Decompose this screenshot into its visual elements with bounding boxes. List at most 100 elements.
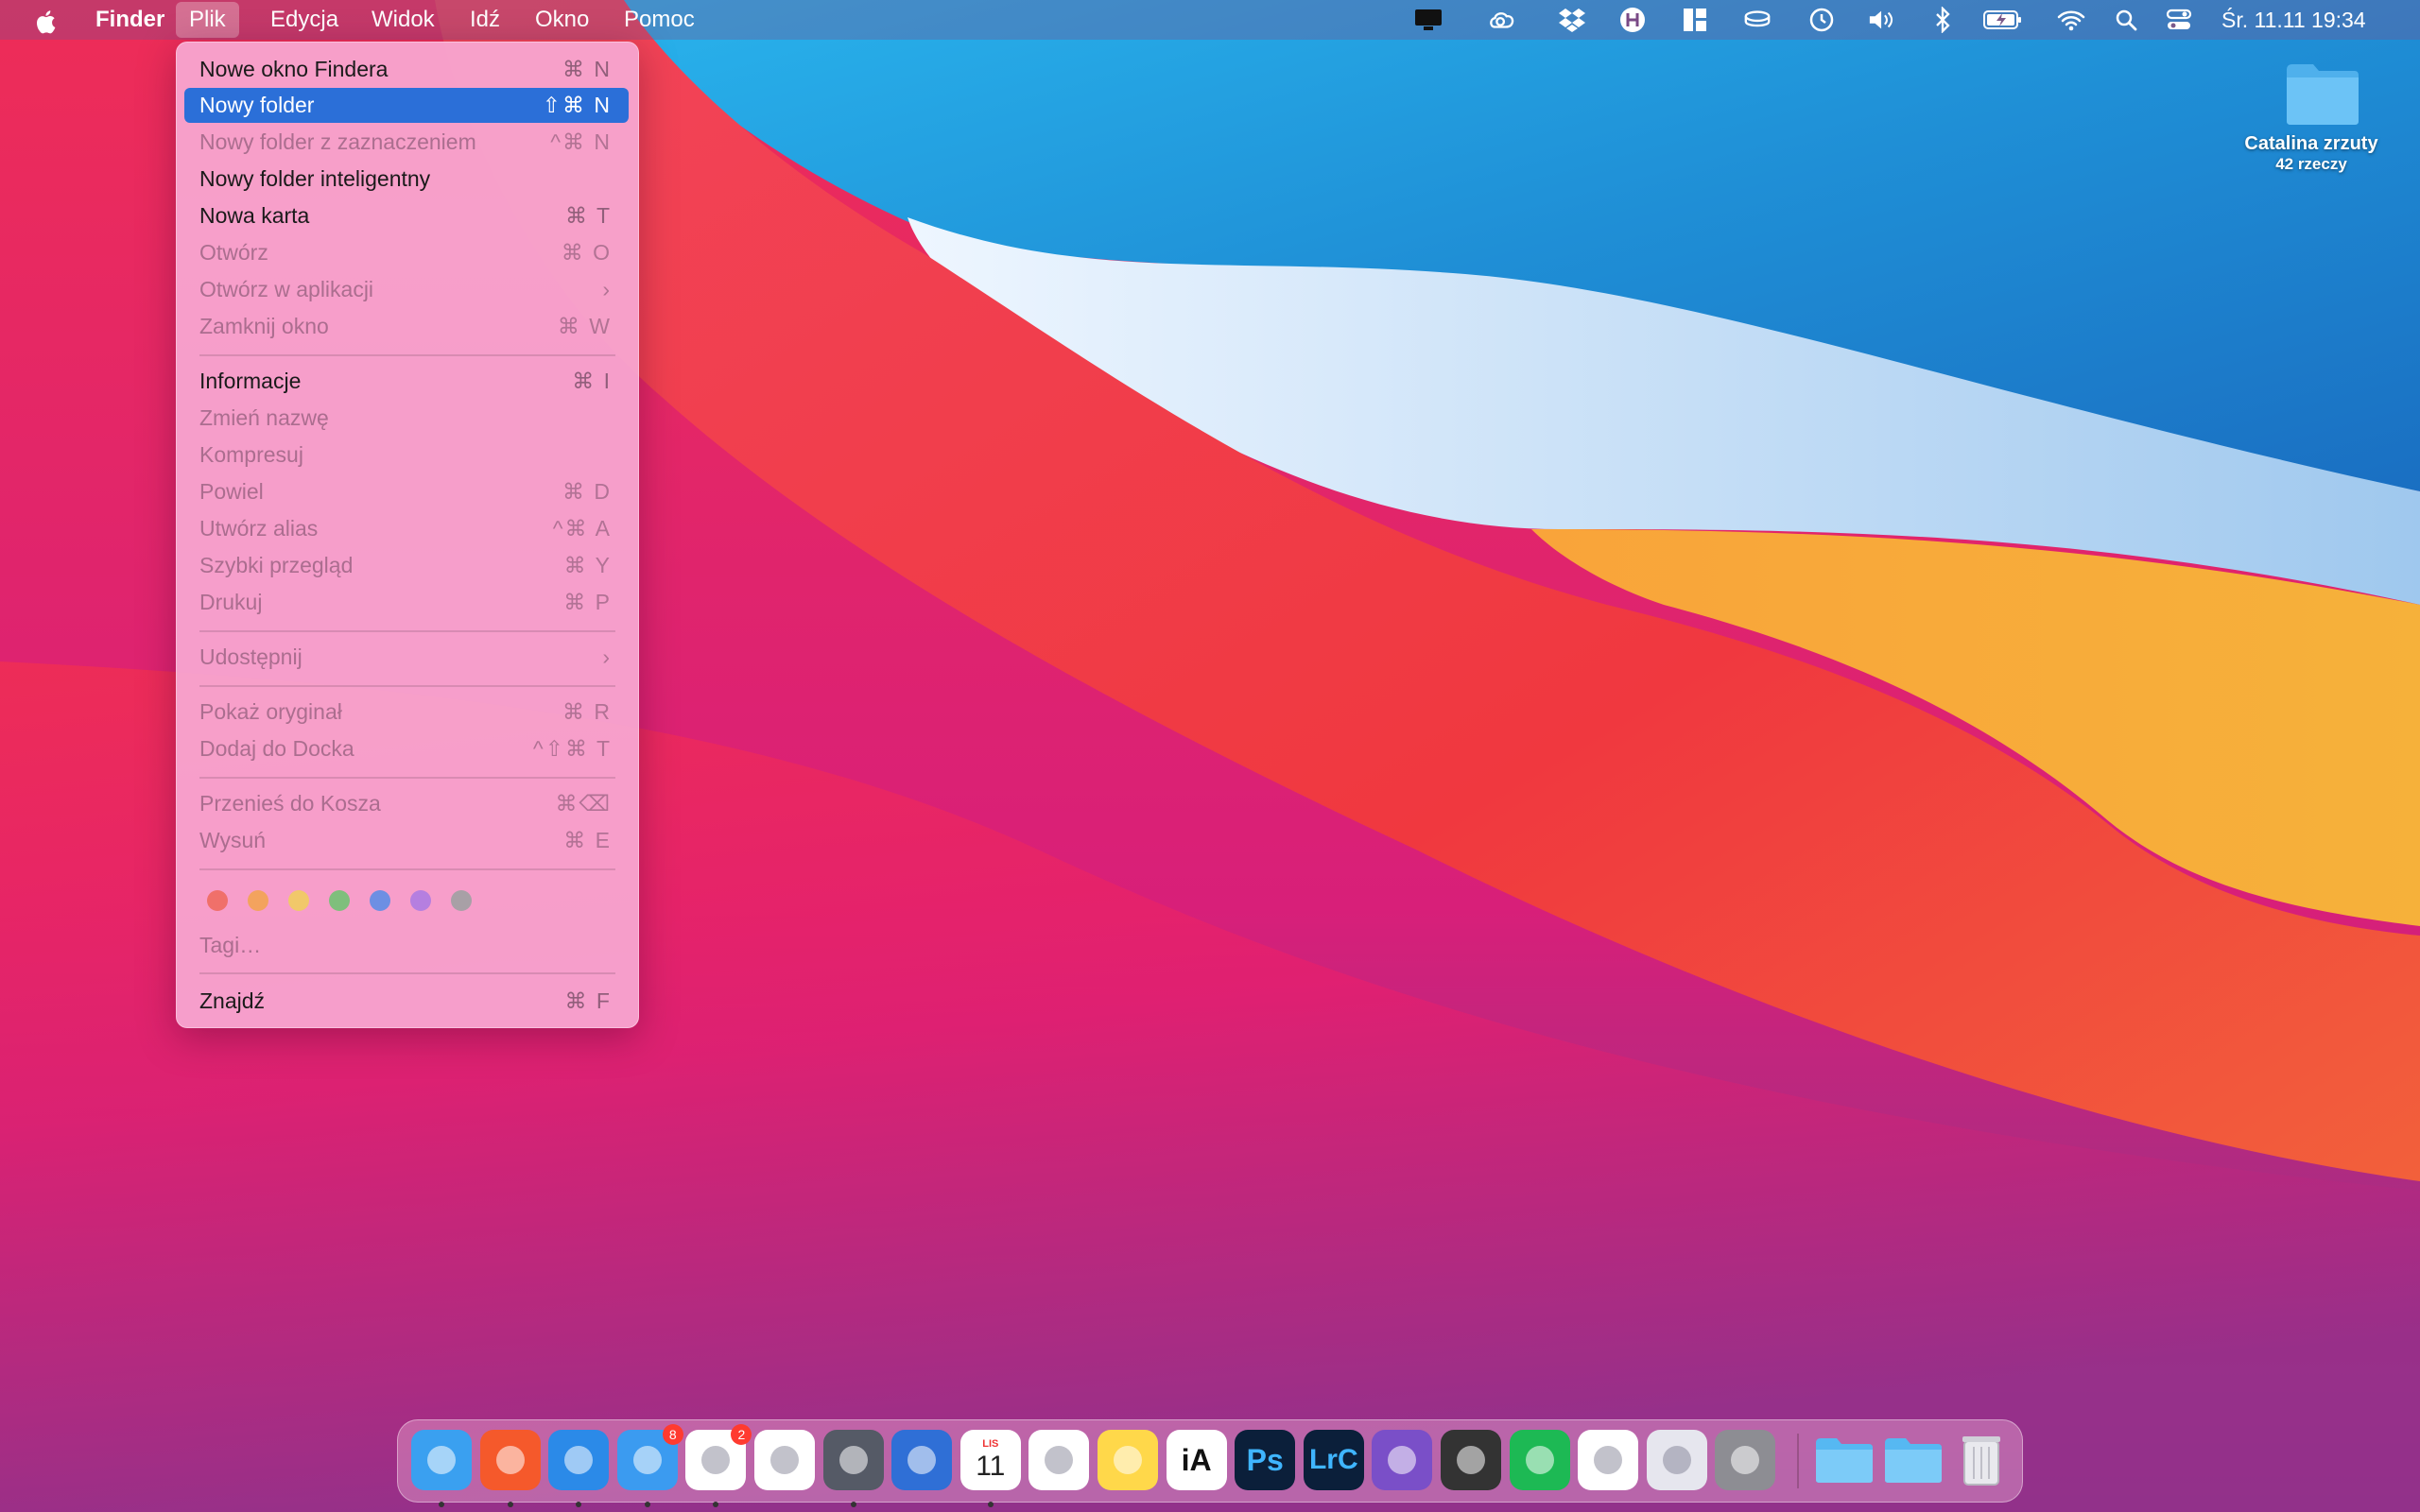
- vectorize-icon[interactable]: [822, 1430, 884, 1507]
- tag-blue[interactable]: [370, 890, 390, 911]
- lightroom-classic-icon[interactable]: LrC: [1303, 1430, 1364, 1490]
- affinity-photo-icon[interactable]: [1372, 1430, 1433, 1490]
- dock-app-glyph: [632, 1446, 662, 1474]
- menu-okno[interactable]: Okno: [535, 0, 589, 40]
- ia-writer-icon[interactable]: iA: [1166, 1430, 1227, 1490]
- dock-app-face: Ps: [1235, 1430, 1296, 1490]
- menu-item-open-with[interactable]: Otwórz w aplikacji ›: [184, 272, 629, 307]
- notes-icon[interactable]: [1098, 1430, 1158, 1490]
- menu-item-share[interactable]: Udostępnij ›: [184, 640, 629, 675]
- reminders-icon[interactable]: [1028, 1430, 1090, 1490]
- launchpad-icon[interactable]: [1646, 1430, 1707, 1490]
- display-icon[interactable]: [1414, 6, 1443, 34]
- tasks-icon[interactable]: [891, 1430, 953, 1490]
- dock-app-glyph: [1114, 1446, 1142, 1474]
- menu-item-eject[interactable]: Wysuń ⌘ E: [184, 823, 629, 858]
- system-preferences-icon[interactable]: [1715, 1430, 1776, 1490]
- menu-item-print[interactable]: Drukuj ⌘ P: [184, 585, 629, 620]
- menu-item-compress[interactable]: Kompresuj: [184, 438, 629, 472]
- menu-item-quick-look[interactable]: Szybki przegląd ⌘ Y: [184, 548, 629, 583]
- app-h-icon[interactable]: [1618, 6, 1647, 34]
- dock-app-glyph: [770, 1446, 799, 1474]
- tag-green[interactable]: [329, 890, 350, 911]
- menu-idz[interactable]: Idź: [470, 0, 500, 40]
- dock-app-face: [411, 1430, 472, 1490]
- dock-app-glyph: [1045, 1446, 1074, 1474]
- tag-purple[interactable]: [410, 890, 431, 911]
- menu-edycja[interactable]: Edycja: [270, 0, 338, 40]
- menu-separator: [199, 685, 615, 687]
- dock-app-face: [1646, 1430, 1707, 1490]
- app-menu-finder[interactable]: Finder: [95, 0, 164, 40]
- dock-app-face: [891, 1430, 953, 1490]
- window-layout-icon[interactable]: [1681, 6, 1709, 34]
- menubar-clock[interactable]: Śr. 11.11 19:34: [2221, 0, 2366, 40]
- slack-icon[interactable]: 2: [685, 1424, 752, 1507]
- menu-item-add-to-dock[interactable]: Dodaj do Docka ^⇧⌘ T: [184, 731, 629, 766]
- dock-app-glyph: [1388, 1446, 1417, 1474]
- dropbox-icon[interactable]: [1558, 6, 1586, 34]
- brave-icon[interactable]: [479, 1430, 541, 1507]
- mail-icon[interactable]: 8: [616, 1424, 683, 1507]
- tag-orange[interactable]: [248, 890, 268, 911]
- menu-item-duplicate[interactable]: Powiel ⌘ D: [184, 474, 629, 509]
- calendar-icon[interactable]: LIS 11: [959, 1430, 1021, 1507]
- photos-icon[interactable]: [754, 1430, 815, 1490]
- battery-icon[interactable]: [1983, 6, 2023, 34]
- creative-cloud-icon[interactable]: [1488, 6, 1516, 34]
- tag-red[interactable]: [207, 890, 228, 911]
- final-cut-icon[interactable]: [1441, 1430, 1501, 1490]
- apple-icon[interactable]: [34, 8, 57, 34]
- downloads-stack-icon[interactable]: [1814, 1430, 1875, 1490]
- tag-yellow[interactable]: [288, 890, 309, 911]
- menu-item-get-info[interactable]: Informacje ⌘ I: [184, 364, 629, 399]
- cup-icon[interactable]: [1743, 6, 1772, 34]
- menu-item-find[interactable]: Znajdź ⌘ F: [184, 984, 629, 1019]
- documents-stack-icon[interactable]: [1883, 1430, 1944, 1490]
- time-machine-icon[interactable]: [1807, 6, 1836, 34]
- control-center-icon[interactable]: [2165, 6, 2193, 34]
- wifi-icon[interactable]: [2057, 6, 2085, 34]
- menu-item-open[interactable]: Otwórz ⌘ O: [184, 235, 629, 270]
- folder-item-count: 42 rzeczy: [2275, 155, 2347, 173]
- folder-icon: [2286, 64, 2359, 125]
- menu-item-new-finder-window[interactable]: Nowe okno Findera ⌘ N: [184, 52, 629, 87]
- menu-item-new-folder[interactable]: Nowy folder ⇧⌘ N: [184, 88, 629, 123]
- dock-app-glyph: [1457, 1446, 1485, 1474]
- safari-icon[interactable]: [548, 1430, 610, 1507]
- dock-app-face: [754, 1430, 815, 1490]
- dock-app-glyph: [838, 1446, 868, 1474]
- bluetooth-icon[interactable]: [1928, 6, 1957, 34]
- menu-plik[interactable]: Plik: [176, 2, 239, 38]
- menu-item-make-alias[interactable]: Utwórz alias ^⌘ A: [184, 511, 629, 546]
- menu-item-show-original[interactable]: Pokaż oryginał ⌘ R: [184, 695, 629, 730]
- photoshop-icon[interactable]: Ps: [1235, 1430, 1296, 1490]
- menu-pomoc[interactable]: Pomoc: [624, 0, 695, 40]
- chevron-right-icon: ›: [602, 644, 612, 669]
- menu-item-new-tab[interactable]: Nowa karta ⌘ T: [184, 198, 629, 233]
- dock-app-glyph: [1525, 1446, 1554, 1474]
- trash-icon[interactable]: [1951, 1430, 2012, 1490]
- dock-app-face: [1814, 1430, 1875, 1490]
- spotify-icon[interactable]: [1509, 1430, 1570, 1490]
- dock-app-glyph: [701, 1446, 731, 1474]
- menu-item-close-window[interactable]: Zamknij okno ⌘ W: [184, 309, 629, 344]
- desktop-folder-catalina[interactable]: Catalina zrzuty 42 rzeczy: [2244, 60, 2378, 174]
- menu-item-move-to-trash[interactable]: Przenieś do Kosza ⌘⌫: [184, 786, 629, 821]
- finder-icon[interactable]: [411, 1430, 472, 1507]
- menu-widok[interactable]: Widok: [372, 0, 435, 40]
- menu-separator: [199, 972, 615, 974]
- menu-item-new-smart-folder[interactable]: Nowy folder inteligentny: [184, 162, 629, 197]
- notification-badge: 2: [731, 1424, 752, 1445]
- messenger-icon[interactable]: [1578, 1430, 1639, 1490]
- calendar-day: 11: [976, 1451, 1006, 1482]
- search-icon[interactable]: [2112, 6, 2140, 34]
- tag-gray[interactable]: [451, 890, 472, 911]
- menu-item-new-folder-with-selection[interactable]: Nowy folder z zaznaczeniem ^⌘ N: [184, 125, 629, 160]
- menu-item-tags[interactable]: Tagi…: [184, 928, 629, 963]
- running-indicator: [850, 1502, 856, 1507]
- menu-bar: Finder Plik Edycja Widok Idź Okno Pomoc: [0, 0, 2420, 40]
- volume-icon[interactable]: [1868, 6, 1896, 34]
- running-indicator: [439, 1502, 444, 1507]
- menu-item-rename[interactable]: Zmień nazwę: [184, 401, 629, 436]
